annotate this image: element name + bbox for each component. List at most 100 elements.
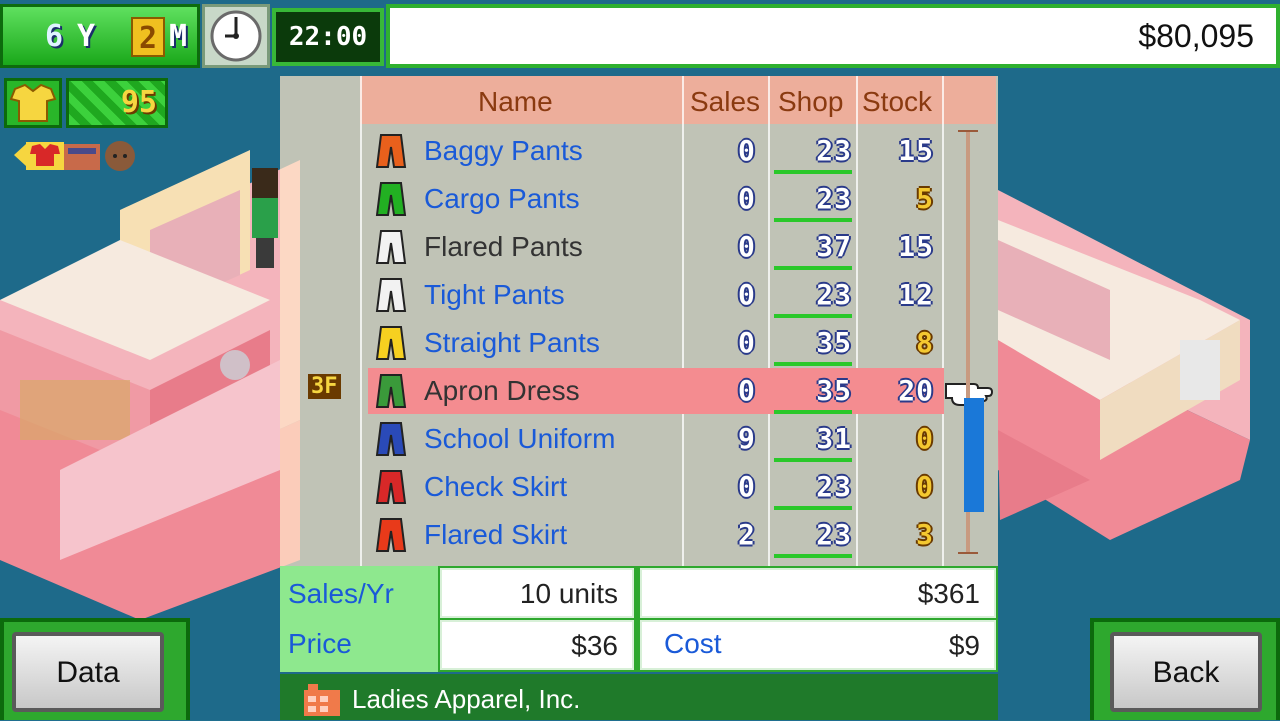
check-skirt-icon	[372, 468, 410, 506]
school-uniform-icon	[372, 420, 410, 458]
funds-display: $80,095	[386, 4, 1280, 68]
shop-info-icons	[12, 136, 142, 174]
shop-value: 23	[816, 278, 852, 311]
month-unit: M	[169, 19, 188, 54]
shop-value: 37	[816, 230, 852, 263]
shop-building-icon	[64, 144, 100, 170]
table-row[interactable]: Tight Pants 0 23 12	[368, 272, 944, 318]
product-name[interactable]: Flared Skirt	[424, 519, 567, 551]
sales-count: 0	[738, 326, 756, 359]
year-value: 6	[45, 19, 64, 54]
sales-per-year-label: Sales/Yr	[288, 578, 394, 609]
sales-count: 0	[738, 374, 756, 407]
apron-dress-icon	[372, 372, 410, 410]
product-list-panel: Name Sales Shop Stock Baggy Pants 0 23 15 Ca…	[280, 76, 998, 566]
top-bar: 6 Y 2 M 22:00 $80,095	[0, 0, 1280, 74]
stock-count: 20	[898, 374, 934, 407]
price-value[interactable]: $36	[440, 620, 634, 670]
sales-count: 0	[738, 278, 756, 311]
table-row[interactable]: Flared Pants 0 37 15	[368, 224, 944, 270]
stock-count: 5	[916, 182, 934, 215]
customer-face-icon	[105, 141, 135, 171]
product-name[interactable]: Check Skirt	[424, 471, 567, 503]
table-row[interactable]: Flared Skirt 2 23 3	[368, 512, 944, 558]
header-name[interactable]: Name	[478, 86, 553, 118]
shop-value-bar	[774, 362, 852, 366]
shop-value-bar	[774, 170, 852, 174]
header-sales[interactable]: Sales	[690, 86, 760, 118]
scrollbar-thumb[interactable]	[964, 398, 984, 512]
company-name: Ladies Apparel, Inc.	[352, 684, 581, 714]
stock-count: 15	[898, 230, 934, 263]
table-row[interactable]: Straight Pants 0 35 8	[368, 320, 944, 366]
sales-count: 0	[738, 470, 756, 503]
year-unit: Y	[77, 19, 96, 54]
date-display: 6 Y 2 M	[0, 4, 200, 68]
price-label: Price	[288, 628, 352, 659]
product-name[interactable]: School Uniform	[424, 423, 615, 455]
product-name[interactable]: Tight Pants	[424, 279, 565, 311]
header-stock[interactable]: Stock	[862, 86, 932, 118]
product-name[interactable]: Baggy Pants	[424, 135, 583, 167]
sales-count: 0	[738, 134, 756, 167]
product-name[interactable]: Straight Pants	[424, 327, 600, 359]
scrollbar-cap-bottom	[958, 552, 978, 554]
shop-value: 35	[816, 326, 852, 359]
shop-value: 31	[816, 422, 852, 455]
time-display: 22:00	[272, 8, 384, 66]
left-arrow-icon	[14, 144, 26, 166]
shop-value-bar	[774, 554, 852, 558]
floor-tag: 3F	[308, 374, 341, 399]
shop-value-bar	[774, 506, 852, 510]
shop-value: 35	[816, 374, 852, 407]
shop-value: 23	[816, 182, 852, 215]
shop-value-bar	[774, 314, 852, 318]
shop-value-bar	[774, 458, 852, 462]
product-name[interactable]: Flared Pants	[424, 231, 583, 263]
sales-count: 0	[738, 182, 756, 215]
cargo-pants-icon	[372, 180, 410, 218]
shop-value-bar	[774, 218, 852, 222]
stats-label-column: Sales/Yr Price	[280, 566, 438, 672]
product-stats: Sales/Yr Price 10 units $36 $361 $9 Cost	[280, 566, 998, 672]
sales-count: 0	[738, 230, 756, 263]
stock-count: 8	[916, 326, 934, 359]
sales-per-year-value: 10 units	[440, 568, 634, 618]
shop-value: 23	[816, 470, 852, 503]
data-button[interactable]: Data	[12, 632, 164, 712]
flared-pants-icon	[372, 228, 410, 266]
stock-count: 15	[898, 134, 934, 167]
stock-count: 3	[916, 518, 934, 551]
flared-skirt-icon	[372, 516, 410, 554]
attraction-score: 95	[66, 78, 168, 128]
sales-count: 2	[738, 518, 756, 551]
table-row[interactable]: Check Skirt 0 23 0	[368, 464, 944, 510]
stock-count: 0	[916, 470, 934, 503]
table-row[interactable]: Baggy Pants 0 23 15	[368, 128, 944, 174]
annual-revenue-value: $361	[640, 568, 996, 618]
table-row[interactable]: Apron Dress 0 35 20	[368, 368, 944, 414]
back-button[interactable]: Back	[1110, 632, 1262, 712]
product-name[interactable]: Cargo Pants	[424, 183, 580, 215]
tight-pants-icon	[372, 276, 410, 314]
month-value: 2	[131, 17, 165, 57]
company-bar: Ladies Apparel, Inc.	[280, 674, 998, 720]
table-row[interactable]: School Uniform 9 31 0	[368, 416, 944, 462]
header-shop[interactable]: Shop	[778, 86, 843, 118]
shirt-icon	[4, 78, 62, 128]
baggy-pants-icon	[372, 132, 410, 170]
stock-count: 0	[916, 422, 934, 455]
table-row[interactable]: Cargo Pants 0 23 5	[368, 176, 944, 222]
shop-value: 23	[816, 134, 852, 167]
product-name[interactable]: Apron Dress	[424, 375, 580, 407]
column-divider	[360, 76, 362, 566]
company-building-icon	[302, 682, 342, 716]
shop-value-bar	[774, 410, 852, 414]
clock-icon	[202, 4, 270, 68]
shop-value-bar	[774, 266, 852, 270]
sales-count: 9	[738, 422, 756, 455]
scrollbar-cap-top	[958, 130, 978, 132]
stock-count: 12	[898, 278, 934, 311]
cost-label: Cost	[664, 628, 722, 659]
shop-value: 23	[816, 518, 852, 551]
